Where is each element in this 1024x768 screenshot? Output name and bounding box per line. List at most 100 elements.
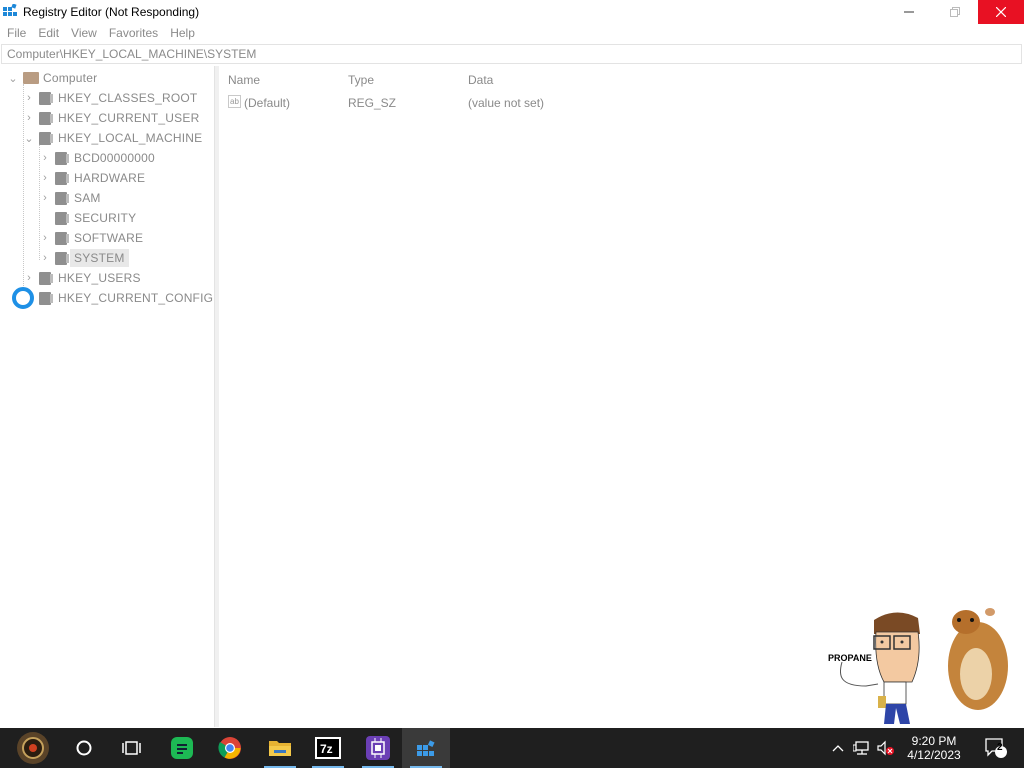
value-type: REG_SZ xyxy=(348,96,397,110)
tree-item-hkey-current-user[interactable]: › HKEY_CURRENT_USER xyxy=(23,108,199,128)
tree-label: Computer xyxy=(43,71,98,85)
minimize-button[interactable] xyxy=(886,0,932,24)
tree-label: SECURITY xyxy=(74,211,137,225)
chevron-right-icon[interactable]: › xyxy=(39,252,51,264)
chevron-right-icon[interactable]: › xyxy=(39,232,51,244)
network-icon xyxy=(853,741,869,755)
start-orb-icon xyxy=(17,732,49,764)
notification-icon xyxy=(985,738,1007,758)
tree-label: HKEY_USERS xyxy=(58,271,141,285)
taskbar: 7z 9:20 PM 4/12/2023 2 xyxy=(0,728,1024,768)
menu-view[interactable]: View xyxy=(65,24,103,43)
menu-help[interactable]: Help xyxy=(164,24,201,43)
overlay-caption: PROPANE xyxy=(828,653,872,663)
column-header-type[interactable]: Type xyxy=(348,73,374,87)
menu-favorites[interactable]: Favorites xyxy=(103,24,164,43)
chevron-right-icon[interactable]: › xyxy=(23,272,35,284)
tree-label: SYSTEM xyxy=(70,249,129,267)
volume-tray-icon[interactable] xyxy=(874,728,898,768)
menu-bar: File Edit View Favorites Help xyxy=(0,24,1024,43)
tree-item-bcd[interactable]: › BCD00000000 xyxy=(39,148,155,168)
maximize-button[interactable] xyxy=(932,0,978,24)
clock-date: 4/12/2023 xyxy=(907,748,961,762)
taskbar-chrome[interactable] xyxy=(206,728,254,768)
action-center-button[interactable]: 2 xyxy=(976,728,1016,768)
chevron-right-icon[interactable]: › xyxy=(23,92,35,104)
tree-item-security[interactable]: SECURITY xyxy=(39,208,136,228)
folder-icon xyxy=(55,211,69,225)
folder-icon xyxy=(55,231,69,245)
folder-icon xyxy=(55,171,69,185)
folder-icon xyxy=(55,191,69,205)
folder-icon xyxy=(39,111,53,125)
clock[interactable]: 9:20 PM 4/12/2023 xyxy=(900,728,968,768)
taskbar-7zip[interactable]: 7z xyxy=(304,728,352,768)
folder-icon xyxy=(55,151,69,165)
registry-editor-icon xyxy=(417,740,435,756)
tree-item-hkey-users[interactable]: › HKEY_USERS xyxy=(23,268,141,288)
tree-item-hkey-local-machine[interactable]: ⌄ HKEY_LOCAL_MACHINE xyxy=(23,128,202,148)
tree-label: HKEY_CLASSES_ROOT xyxy=(58,91,198,105)
svg-text:7z: 7z xyxy=(320,742,333,756)
window-title: Registry Editor (Not Responding) xyxy=(23,5,200,19)
volume-muted-icon xyxy=(877,740,894,756)
taskbar-notes-app[interactable] xyxy=(158,728,206,768)
tree-label: HKEY_LOCAL_MACHINE xyxy=(58,131,203,145)
cartoon-overlay-image: PROPANE xyxy=(828,608,1008,724)
value-name: (Default) xyxy=(244,96,291,110)
tree-item-computer[interactable]: ⌄ Computer xyxy=(7,68,97,88)
tree-label: HKEY_CURRENT_CONFIG xyxy=(58,291,214,305)
folder-icon xyxy=(39,131,53,145)
value-data: (value not set) xyxy=(468,96,545,110)
chevron-down-icon[interactable]: ⌄ xyxy=(23,132,35,145)
chevron-right-icon[interactable]: › xyxy=(39,172,51,184)
taskbar-cpu-app[interactable] xyxy=(354,728,402,768)
folder-icon xyxy=(39,91,53,105)
tree-item-hardware[interactable]: › HARDWARE xyxy=(39,168,145,188)
chevron-down-icon[interactable]: ⌄ xyxy=(7,72,19,85)
folder-icon xyxy=(39,271,53,285)
computer-icon xyxy=(23,72,39,84)
close-button[interactable] xyxy=(978,0,1024,24)
show-hidden-icons-button[interactable] xyxy=(826,728,850,768)
menu-edit[interactable]: Edit xyxy=(32,24,65,43)
network-tray-icon[interactable] xyxy=(850,728,874,768)
chevron-right-icon[interactable]: › xyxy=(39,192,51,204)
minimize-icon xyxy=(904,11,914,13)
tree-label: HKEY_CURRENT_USER xyxy=(58,111,200,125)
tree-label: SAM xyxy=(74,191,101,205)
tree-item-system[interactable]: › SYSTEM xyxy=(39,248,129,268)
chevron-right-icon[interactable]: › xyxy=(23,112,35,124)
start-button[interactable] xyxy=(6,728,60,768)
7zip-icon: 7z xyxy=(315,737,341,759)
column-header-name[interactable]: Name xyxy=(228,73,260,87)
string-value-icon: ab xyxy=(228,95,241,108)
tree-label: HARDWARE xyxy=(74,171,146,185)
chevron-right-icon[interactable]: › xyxy=(39,152,51,164)
key-tree-pane[interactable]: ⌄ Computer › HKEY_CLASSES_ROOT › HKEY_CU… xyxy=(1,66,215,727)
chevron-up-icon xyxy=(832,745,844,752)
taskbar-registry-editor[interactable] xyxy=(402,728,450,768)
notification-count: 2 xyxy=(997,742,1003,753)
tree-item-hkey-current-config[interactable]: › HKEY_CURRENT_CONFIG xyxy=(23,288,213,308)
restore-icon xyxy=(950,7,960,17)
close-icon xyxy=(996,7,1006,17)
tree-label: SOFTWARE xyxy=(74,231,144,245)
column-header-data[interactable]: Data xyxy=(468,73,493,87)
tree-label: BCD00000000 xyxy=(74,151,155,165)
menu-file[interactable]: File xyxy=(0,24,32,43)
taskbar-file-explorer[interactable] xyxy=(256,728,304,768)
cpu-chip-icon xyxy=(366,736,390,760)
folder-icon xyxy=(269,741,291,756)
pane-splitter[interactable] xyxy=(215,66,219,727)
tree-item-sam[interactable]: › SAM xyxy=(39,188,101,208)
task-view-button[interactable] xyxy=(108,728,156,768)
task-view-icon xyxy=(122,741,141,755)
address-bar[interactable]: Computer\HKEY_LOCAL_MACHINE\SYSTEM xyxy=(1,44,1022,64)
registry-editor-app-icon xyxy=(3,4,17,16)
busy-cursor-icon xyxy=(12,287,34,309)
tree-item-software[interactable]: › SOFTWARE xyxy=(39,228,143,248)
tree-item-hkey-classes-root[interactable]: › HKEY_CLASSES_ROOT xyxy=(23,88,197,108)
search-button[interactable] xyxy=(60,728,108,768)
